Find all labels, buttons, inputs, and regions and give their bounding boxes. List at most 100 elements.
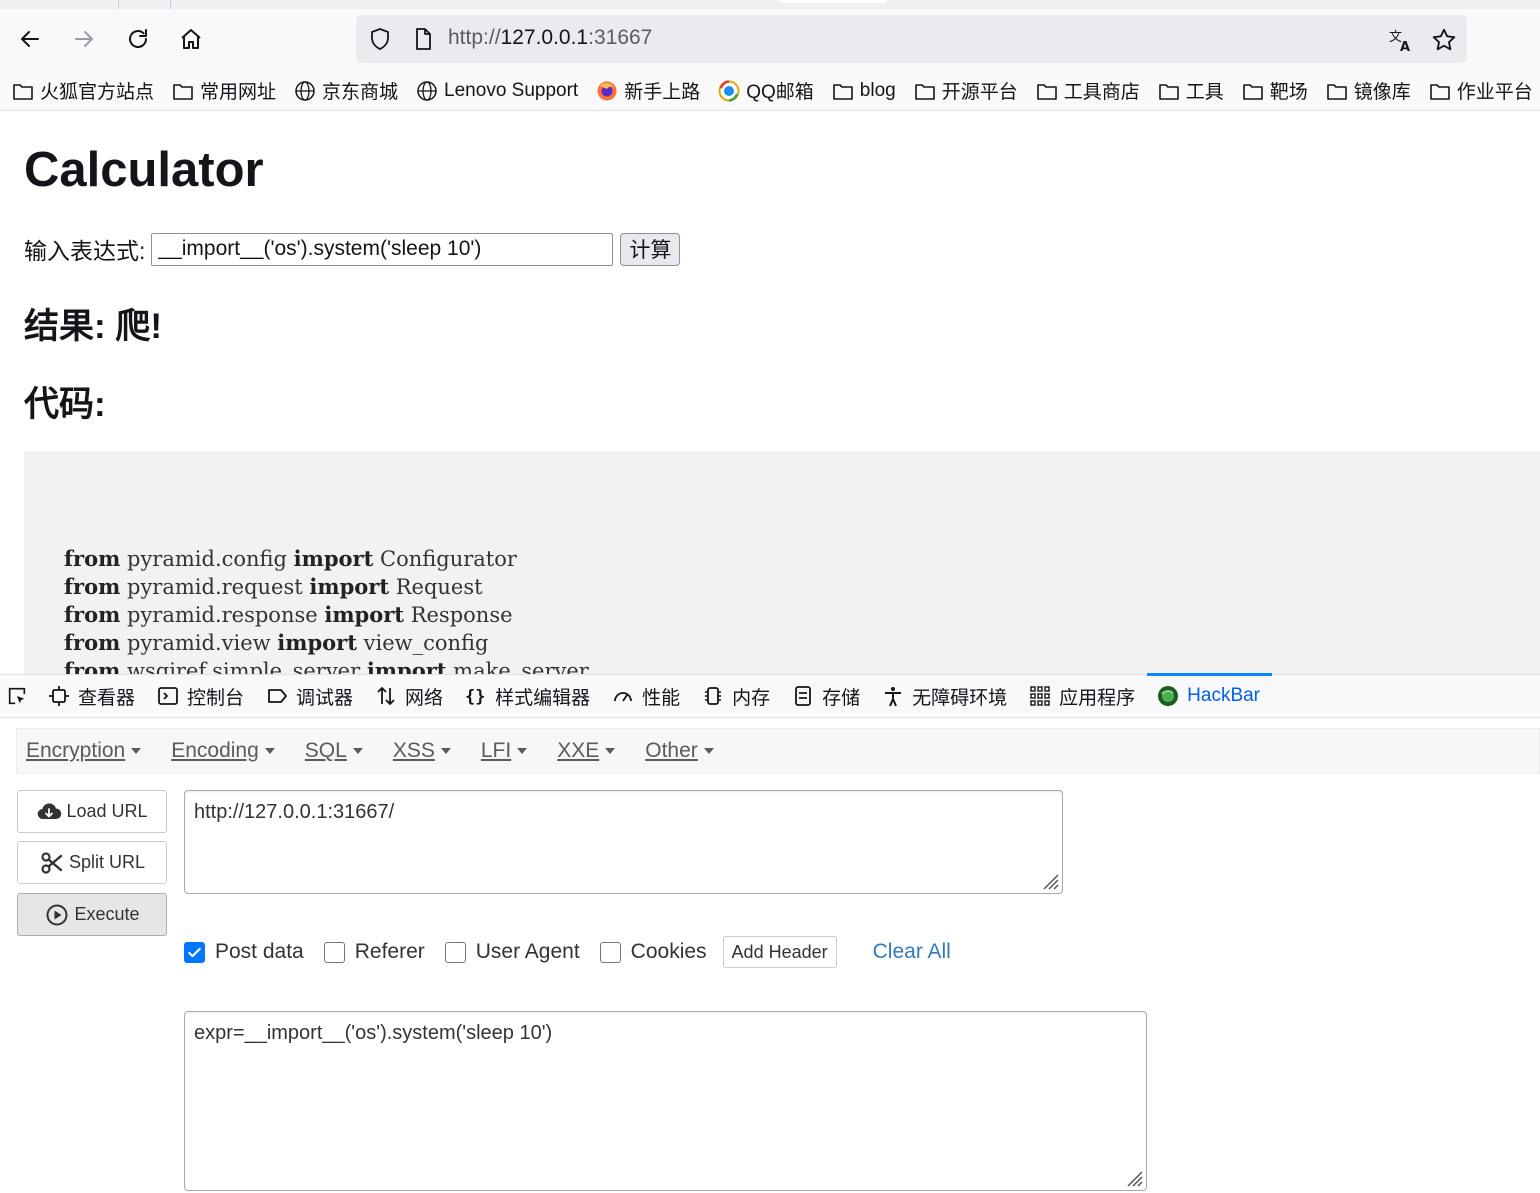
split-url-button[interactable]: Split URL xyxy=(17,841,167,884)
code-module: pyramid.view xyxy=(120,631,278,655)
hackbar-menu: Encryption Encoding SQL XSS LFI XXE Other xyxy=(16,728,1540,774)
expression-form: 输入表达式: __import__('os').system('sleep 10… xyxy=(24,232,681,266)
bookmark-item[interactable]: blog xyxy=(832,80,896,102)
folder-icon xyxy=(12,80,34,102)
caret-down-icon xyxy=(131,748,142,755)
reload-icon xyxy=(129,29,147,48)
devtools-tab[interactable]: 无障碍环境 xyxy=(872,674,1019,718)
load-url-button[interactable]: Load URL xyxy=(17,790,167,833)
user-agent-option[interactable]: User Agent xyxy=(444,940,580,964)
tracking-protection-shield-icon[interactable] xyxy=(368,27,392,51)
bookmark-item[interactable]: 火狐官方站点 xyxy=(12,77,154,104)
navigation-toolbar: http://127.0.0.1:31667 文A xyxy=(0,9,1540,71)
style-editor-icon: {} xyxy=(465,685,487,707)
bookmark-item[interactable]: 镜像库 xyxy=(1326,77,1411,104)
folder-icon xyxy=(1242,80,1264,102)
url-scheme: http:// xyxy=(448,26,501,49)
devtools-tab[interactable]: 存储 xyxy=(782,674,872,718)
devtools-tab-label: HackBar xyxy=(1187,685,1261,706)
post-data-checkbox[interactable] xyxy=(184,941,205,963)
active-tab-edge[interactable] xyxy=(779,0,887,3)
page-info-icon[interactable] xyxy=(411,27,435,51)
hackbar-menu-item[interactable]: XXE xyxy=(557,739,616,763)
source-code-block: from pyramid.config import Configurator f… xyxy=(24,451,1540,674)
tab-separator xyxy=(170,0,171,9)
devtools-tab[interactable]: 网络 xyxy=(365,674,455,718)
expression-input[interactable]: __import__('os').system('sleep 10') xyxy=(151,232,614,266)
bookmark-item[interactable]: Lenovo Support xyxy=(416,80,578,102)
folder-icon xyxy=(914,80,936,102)
hackbar-menu-item[interactable]: Other xyxy=(645,739,714,763)
bookmark-item[interactable]: 工具商店 xyxy=(1036,77,1140,104)
devtools-tab-label: 存储 xyxy=(822,687,861,709)
bookmark-label: 镜像库 xyxy=(1353,82,1411,103)
hackbar-menu-item[interactable]: XSS xyxy=(393,739,451,763)
clear-all-link[interactable]: Clear All xyxy=(873,940,951,964)
bookmark-item[interactable]: 常用网址 xyxy=(172,77,276,104)
scissors-icon xyxy=(41,851,63,874)
bookmark-item[interactable]: 新手上路 xyxy=(596,77,700,104)
post-data-textarea[interactable]: expr=__import__('os').system('sleep 10') xyxy=(184,1011,1147,1191)
hackbar-menu-item[interactable]: LFI xyxy=(481,739,528,763)
translate-icon[interactable]: 文A xyxy=(1388,27,1414,53)
element-picker-button[interactable] xyxy=(0,674,38,718)
devtools-tab[interactable]: 性能 xyxy=(602,674,692,718)
caret-down-icon xyxy=(517,748,528,755)
code-line: from pyramid.config import Configurator xyxy=(64,545,589,573)
bookmark-item[interactable]: 开源平台 xyxy=(914,77,1018,104)
bookmark-item[interactable]: 靶场 xyxy=(1242,77,1308,104)
bookmark-item[interactable]: 工具 xyxy=(1158,77,1224,104)
home-button[interactable] xyxy=(175,23,207,55)
user-agent-label: User Agent xyxy=(475,940,580,963)
devtools-tab-label: 样式编辑器 xyxy=(495,687,591,709)
code-name: view_config xyxy=(356,631,489,655)
devtools-toolbar: 查看器 控制台 调试器 网络 {} 样式编辑器 性能 内存 存储 无障碍环境 应用程序 HackBar xyxy=(0,673,1540,718)
forward-button[interactable] xyxy=(68,23,100,55)
resize-grip-icon[interactable] xyxy=(1122,1166,1144,1188)
devtools-tab-label: 控制台 xyxy=(187,687,245,709)
memory-icon xyxy=(702,685,724,707)
hackbar-menu-item[interactable]: SQL xyxy=(305,739,363,763)
execute-button[interactable]: Execute xyxy=(17,893,167,936)
devtools-tab[interactable]: 应用程序 xyxy=(1019,674,1147,718)
request-options: Post data Referer User Agent Cookies Add… xyxy=(184,936,951,968)
back-button[interactable] xyxy=(14,23,46,55)
code-heading: 代码: xyxy=(24,385,106,424)
referer-option[interactable]: Referer xyxy=(323,940,425,964)
devtools-tab[interactable]: {} 样式编辑器 xyxy=(455,674,602,718)
cookies-checkbox[interactable] xyxy=(599,941,621,963)
user-agent-checkbox[interactable] xyxy=(444,941,466,963)
reload-button[interactable] xyxy=(122,23,154,55)
add-header-button[interactable]: Add Header xyxy=(722,936,837,968)
devtools-tab[interactable]: 查看器 xyxy=(38,674,147,718)
devtools-tab[interactable]: 调试器 xyxy=(256,674,365,718)
referer-label: Referer xyxy=(354,940,425,963)
post-data-option[interactable]: Post data xyxy=(184,940,304,964)
resize-grip-icon[interactable] xyxy=(1038,869,1060,891)
address-bar[interactable]: http://127.0.0.1:31667 文A xyxy=(356,15,1467,63)
hackbar-icon xyxy=(1157,685,1179,707)
devtools-tab[interactable]: HackBar xyxy=(1147,673,1272,718)
calculate-button[interactable]: 计算 xyxy=(620,232,681,266)
load-url-label: Load URL xyxy=(66,801,148,821)
hackbar-panel: Encryption Encoding SQL XSS LFI XXE Other Load… xyxy=(0,718,1540,1193)
bookmark-item[interactable]: 京东商城 xyxy=(294,77,398,104)
cookies-option[interactable]: Cookies xyxy=(599,940,707,964)
inspector-icon xyxy=(48,685,70,707)
tab-separator xyxy=(118,0,119,9)
referer-checkbox[interactable] xyxy=(323,941,345,963)
console-icon xyxy=(157,685,179,707)
performance-icon xyxy=(612,685,634,707)
bookmark-item[interactable]: 作业平台 xyxy=(1429,77,1533,104)
globe-icon xyxy=(294,80,316,102)
devtools-tab[interactable]: 内存 xyxy=(692,674,782,718)
hackbar-menu-item[interactable]: Encoding xyxy=(171,739,275,763)
url-textarea[interactable]: http://127.0.0.1:31667/ xyxy=(184,790,1063,894)
url-text[interactable]: http://127.0.0.1:31667 xyxy=(448,26,652,50)
hackbar-menu-item[interactable]: Encryption xyxy=(26,739,142,763)
folder-icon xyxy=(1429,80,1451,102)
devtools-tab[interactable]: 控制台 xyxy=(147,674,256,718)
bookmark-star-icon[interactable] xyxy=(1431,27,1457,53)
code-keyword: from xyxy=(64,658,121,674)
bookmark-item[interactable]: QQ邮箱 xyxy=(718,77,814,104)
